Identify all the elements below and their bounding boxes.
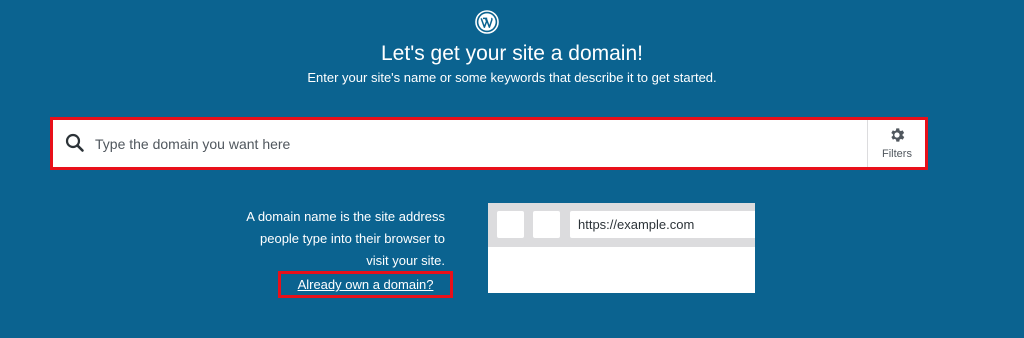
filters-button[interactable]: Filters <box>867 120 925 167</box>
filters-label: Filters <box>882 148 912 160</box>
search-icon <box>65 133 84 152</box>
browser-back-button <box>497 211 524 238</box>
browser-toolbar: https://example.com <box>488 203 755 247</box>
own-domain-highlight: Already own a domain? <box>278 271 453 298</box>
gear-icon <box>891 128 905 142</box>
page-subtitle: Enter your site's name or some keywords … <box>307 70 717 85</box>
already-own-domain-link[interactable]: Already own a domain? <box>281 274 450 295</box>
domain-explanation: A domain name is the site address people… <box>210 206 445 272</box>
domain-search-box: Filters <box>50 117 928 170</box>
page-title: Let's get your site a domain! <box>381 42 643 65</box>
explanation-line: A domain name is the site address <box>246 209 445 224</box>
browser-url-bar: https://example.com <box>570 211 755 238</box>
explanation-line: visit your site. <box>366 253 445 268</box>
browser-forward-button <box>533 211 560 238</box>
explanation-line: people type into their browser to <box>260 231 445 246</box>
browser-illustration: https://example.com <box>488 203 755 293</box>
domain-search-input[interactable] <box>95 120 855 167</box>
wordpress-logo-icon <box>475 10 499 34</box>
